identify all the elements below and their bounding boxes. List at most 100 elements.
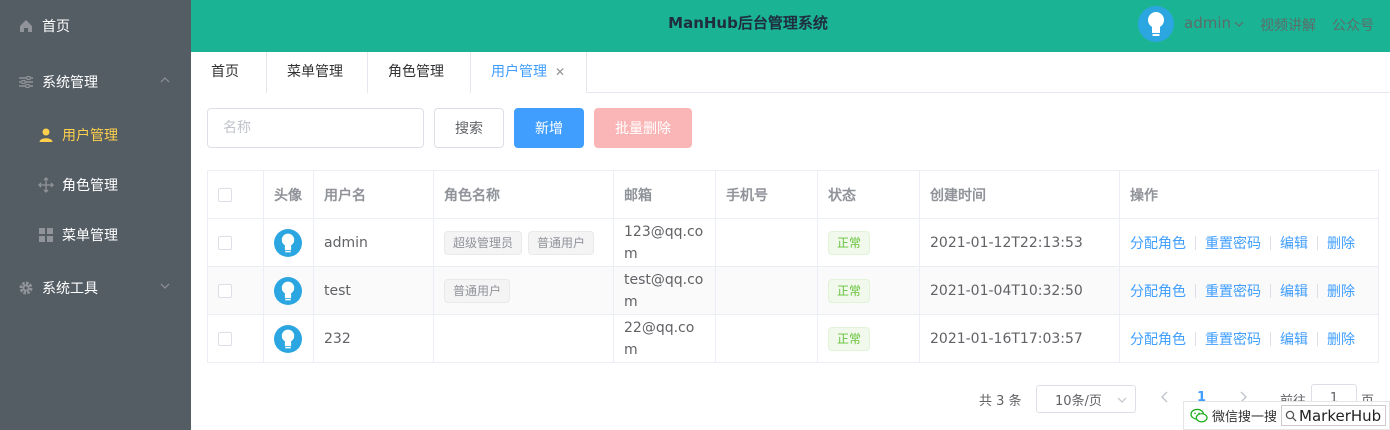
watermark-query: MarkerHub xyxy=(1299,406,1382,425)
column-header: 操作 xyxy=(1130,187,1158,204)
delete-link[interactable]: 删除 xyxy=(1327,329,1355,349)
sidebar-item-role-management[interactable]: 角色管理 xyxy=(0,159,191,211)
video-tutorial-link[interactable]: 视频讲解 xyxy=(1260,15,1316,35)
column-header: 角色名称 xyxy=(434,171,614,218)
actions-cell: 分配角色 重置密码 编辑 删除 xyxy=(1120,267,1378,314)
email-text: test@qq.com xyxy=(624,271,704,310)
created-time-cell: 2021-01-04T10:32:50 xyxy=(920,267,1120,314)
column-header: 创建时间 xyxy=(920,171,1120,218)
username-cell: test xyxy=(314,267,434,314)
created-time-cell: 2021-01-12T22:13:53 xyxy=(920,219,1120,266)
watermark-label: 微信搜一搜 xyxy=(1212,410,1278,425)
official-account-link[interactable]: 公众号 xyxy=(1332,15,1374,35)
status-badge: 正常 xyxy=(828,278,871,303)
avatar-cell xyxy=(264,267,314,314)
chevron-down-icon xyxy=(159,280,171,292)
assign-role-link[interactable]: 分配角色 xyxy=(1130,233,1186,253)
tab-label: 首页 xyxy=(211,64,239,80)
email-cell: 22@qq.com xyxy=(614,315,716,362)
table-row: test 普通用户 test@qq.com 正常 2021-01-04T10:3… xyxy=(208,267,1378,315)
page-size-select[interactable]: 10条/页 xyxy=(1036,385,1136,413)
assign-role-link[interactable]: 分配角色 xyxy=(1130,329,1186,349)
tab-home[interactable]: 首页 xyxy=(191,52,267,93)
role-tag: 普通用户 xyxy=(444,278,511,303)
divider xyxy=(1195,235,1196,250)
phone-cell xyxy=(716,219,818,266)
user-avatar[interactable] xyxy=(1138,6,1174,42)
sidebar-item-menu-management[interactable]: 菜单管理 xyxy=(0,209,191,261)
reset-password-link[interactable]: 重置密码 xyxy=(1205,329,1261,349)
chevron-down-icon[interactable] xyxy=(1233,18,1245,30)
column-header: 手机号 xyxy=(716,171,818,218)
divider xyxy=(1270,331,1271,346)
table-row: 232 22@qq.com 正常 2021-01-16T17:03:57 分配角… xyxy=(208,315,1378,363)
tab-label: 角色管理 xyxy=(388,64,444,80)
delete-link[interactable]: 删除 xyxy=(1327,281,1355,301)
sidebar-item-label: 首页 xyxy=(42,19,70,35)
users-table: 头像 用户名 角色名称 邮箱 手机号 状态 创建时间 操作 admin 超级管理… xyxy=(207,170,1379,363)
sidebar-item-label: 系统工具 xyxy=(42,281,98,297)
sidebar-item-system-tools[interactable]: 系统工具 xyxy=(0,262,191,314)
avatar xyxy=(274,228,302,257)
select-all-checkbox[interactable] xyxy=(218,187,232,202)
add-button[interactable]: 新增 xyxy=(514,108,584,148)
batch-delete-button[interactable]: 批量删除 xyxy=(594,108,692,148)
divider xyxy=(1270,283,1271,298)
tab-label: 菜单管理 xyxy=(287,64,343,80)
close-icon[interactable]: ✕ xyxy=(555,65,565,79)
actions-cell: 分配角色 重置密码 编辑 删除 xyxy=(1120,219,1378,266)
column-header: 头像 xyxy=(264,171,314,218)
column-header: 用户名 xyxy=(314,171,434,218)
sliders-icon xyxy=(18,74,34,90)
tab-role-management[interactable]: 角色管理 xyxy=(368,52,471,93)
row-select-cell xyxy=(208,267,264,314)
row-checkbox[interactable] xyxy=(218,331,232,346)
edit-link[interactable]: 编辑 xyxy=(1280,329,1308,349)
sidebar-item-label: 用户管理 xyxy=(62,128,118,144)
status-cell: 正常 xyxy=(818,267,920,314)
grid-icon xyxy=(38,227,54,243)
row-checkbox[interactable] xyxy=(218,283,232,298)
prev-page-button[interactable] xyxy=(1158,389,1172,405)
sidebar-item-system-management[interactable]: 系统管理 xyxy=(0,56,191,108)
sidebar-item-user-management[interactable]: 用户管理 xyxy=(0,109,191,161)
delete-link[interactable]: 删除 xyxy=(1327,233,1355,253)
table-row: admin 超级管理员 普通用户 123@qq.com 正常 2021-01-1… xyxy=(208,219,1378,267)
role-tag: 超级管理员 xyxy=(444,230,523,255)
page-tabs: 首页 菜单管理 角色管理 用户管理 ✕ xyxy=(191,52,1390,93)
avatar xyxy=(274,324,302,353)
phone-cell xyxy=(716,315,818,362)
edit-link[interactable]: 编辑 xyxy=(1280,281,1308,301)
status-badge: 正常 xyxy=(828,230,871,255)
username-cell: admin xyxy=(314,219,434,266)
name-search-input[interactable] xyxy=(207,108,424,148)
email-text: 22@qq.com xyxy=(624,319,695,358)
avatar xyxy=(274,276,302,305)
created-time-cell: 2021-01-16T17:03:57 xyxy=(920,315,1120,362)
reset-password-link[interactable]: 重置密码 xyxy=(1205,281,1261,301)
chevron-up-icon xyxy=(159,74,171,86)
username-dropdown[interactable]: admin xyxy=(1184,14,1231,32)
divider xyxy=(1270,235,1271,250)
sidebar-item-label: 角色管理 xyxy=(62,178,118,194)
tab-user-management[interactable]: 用户管理 ✕ xyxy=(471,52,587,93)
tab-menu-management[interactable]: 菜单管理 xyxy=(267,52,368,93)
sidebar-item-home[interactable]: 首页 xyxy=(0,0,191,52)
status-cell: 正常 xyxy=(818,219,920,266)
wechat-icon xyxy=(1190,408,1208,422)
column-header: 邮箱 xyxy=(614,171,716,218)
search-icon xyxy=(1285,410,1297,421)
divider xyxy=(1317,283,1318,298)
sidebar-item-label: 菜单管理 xyxy=(62,228,118,244)
assign-role-link[interactable]: 分配角色 xyxy=(1130,281,1186,301)
reset-password-link[interactable]: 重置密码 xyxy=(1205,233,1261,253)
edit-link[interactable]: 编辑 xyxy=(1280,233,1308,253)
row-checkbox[interactable] xyxy=(218,235,232,250)
chevron-down-icon xyxy=(1117,394,1127,404)
pagination-total: 共 3 条 xyxy=(979,394,1022,409)
search-button[interactable]: 搜索 xyxy=(434,108,504,148)
email-cell: 123@qq.com xyxy=(614,219,716,266)
sidebar: 首页 系统管理 用户管理 角色管理 菜单管理 系统工具 xyxy=(0,0,191,430)
page-size-value: 10条/页 xyxy=(1055,393,1102,409)
home-icon xyxy=(18,18,34,34)
